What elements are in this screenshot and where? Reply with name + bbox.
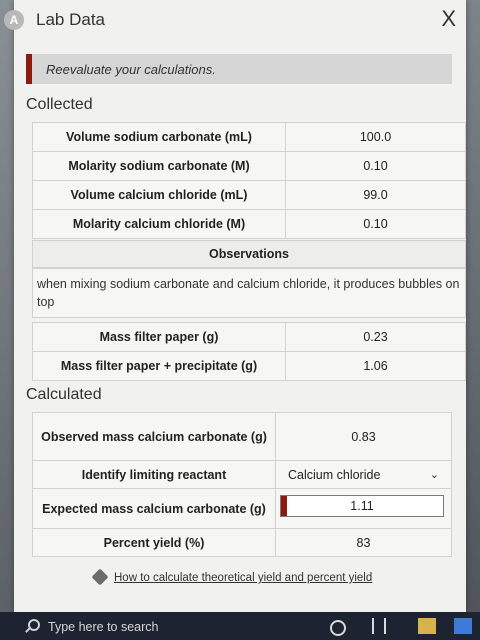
expected-mass-cell: 1.11 — [275, 488, 452, 529]
close-button[interactable]: X — [441, 6, 456, 32]
cortana-icon[interactable] — [330, 620, 346, 636]
row-label: Molarity sodium carbonate (M) — [32, 151, 286, 181]
table-row: Mass filter paper + precipitate (g) 1.06 — [32, 351, 466, 381]
dialog-titlebar: A Lab Data X — [4, 0, 466, 40]
task-view-icon[interactable] — [372, 618, 386, 634]
app-logo-icon: A — [4, 10, 24, 30]
calculated-heading: Calculated — [26, 386, 102, 403]
observed-mass-label: Observed mass calcium carbonate (g) — [32, 412, 276, 461]
table-row: Percent yield (%) 83 — [32, 528, 452, 557]
chevron-down-icon[interactable]: ⌄ — [430, 468, 439, 481]
mass-table: Mass filter paper (g) 0.23 Mass filter p… — [32, 322, 466, 381]
row-value[interactable]: 99.0 — [285, 180, 466, 210]
percent-yield-label: Percent yield (%) — [32, 528, 276, 557]
row-label: Mass filter paper + precipitate (g) — [32, 351, 286, 381]
observations-text[interactable]: when mixing sodium carbonate and calcium… — [32, 268, 466, 318]
table-row: Molarity sodium carbonate (M) 0.10 — [32, 151, 466, 181]
row-label: Volume calcium chloride (mL) — [32, 180, 286, 210]
dialog-title: Lab Data — [36, 10, 105, 29]
observations-heading: Observations — [32, 240, 466, 268]
alert-banner: Reevaluate your calculations. — [26, 54, 452, 84]
taskbar-search-input[interactable]: Type here to search — [48, 620, 158, 634]
table-row: Volume sodium carbonate (mL) 100.0 — [32, 122, 466, 152]
table-row: Expected mass calcium carbonate (g) 1.11 — [32, 488, 452, 529]
alert-text: Reevaluate your calculations. — [46, 62, 216, 77]
percent-yield-value[interactable]: 83 — [275, 528, 452, 557]
table-row: Observed mass calcium carbonate (g) 0.83 — [32, 412, 452, 461]
row-label: Molarity calcium chloride (M) — [32, 209, 286, 239]
collected-table: Volume sodium carbonate (mL) 100.0 Molar… — [32, 122, 466, 239]
expected-mass-label: Expected mass calcium carbonate (g) — [32, 488, 276, 529]
limiting-reactant-select[interactable]: Calcium chloride ⌄ — [275, 460, 452, 489]
row-value[interactable]: 0.10 — [285, 209, 466, 239]
lab-data-dialog: A Lab Data X Reevaluate your calculation… — [4, 0, 466, 612]
row-value[interactable]: 0.10 — [285, 151, 466, 181]
observed-mass-value[interactable]: 0.83 — [275, 412, 452, 461]
help-link[interactable]: How to calculate theoretical yield and p… — [114, 572, 372, 584]
store-icon[interactable] — [454, 618, 472, 634]
limiting-reactant-label: Identify limiting reactant — [32, 460, 276, 489]
table-row: Mass filter paper (g) 0.23 — [32, 322, 466, 352]
collected-heading: Collected — [26, 96, 93, 113]
table-row: Identify limiting reactant Calcium chlor… — [32, 460, 452, 489]
desktop-background-right — [466, 0, 480, 612]
alert-accent-bar — [26, 54, 32, 84]
expected-mass-value: 1.11 — [350, 499, 374, 513]
expected-mass-input[interactable]: 1.11 — [280, 495, 444, 517]
limiting-reactant-dropdown[interactable]: Calcium chloride ⌄ — [276, 468, 451, 482]
calculated-table: Observed mass calcium carbonate (g) 0.83… — [32, 412, 452, 557]
row-label: Mass filter paper (g) — [32, 322, 286, 352]
row-value[interactable]: 0.23 — [285, 322, 466, 352]
row-value[interactable]: 100.0 — [285, 122, 466, 152]
file-explorer-icon[interactable] — [418, 618, 436, 634]
tag-icon — [91, 568, 109, 586]
limiting-reactant-value: Calcium chloride — [288, 467, 381, 482]
table-row: Molarity calcium chloride (M) 0.10 — [32, 209, 466, 239]
row-label: Volume sodium carbonate (mL) — [32, 122, 286, 152]
desktop-background-left — [0, 0, 14, 612]
row-value[interactable]: 1.06 — [285, 351, 466, 381]
table-row: Volume calcium chloride (mL) 99.0 — [32, 180, 466, 210]
